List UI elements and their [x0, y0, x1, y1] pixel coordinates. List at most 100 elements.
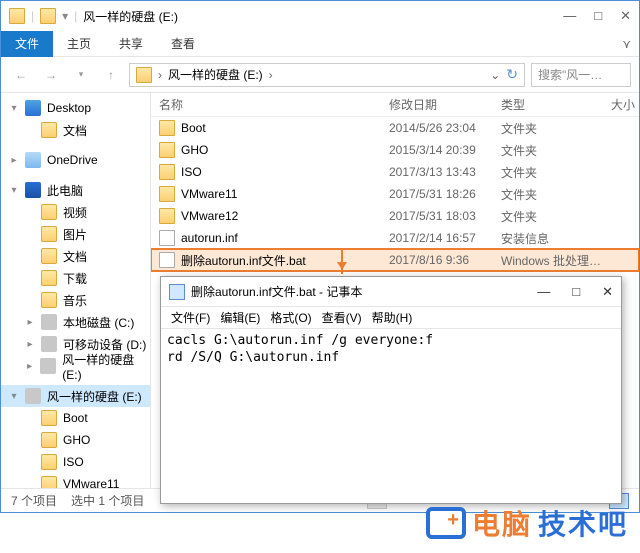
- nav-item[interactable]: 视频: [1, 201, 150, 223]
- tree-caret-icon[interactable]: ▸: [9, 155, 19, 166]
- window-title: 风一样的硬盘 (E:): [83, 8, 557, 25]
- notepad-menubar: 文件(F) 编辑(E) 格式(O) 查看(V) 帮助(H): [161, 307, 621, 329]
- nav-history-icon[interactable]: ▾: [69, 63, 93, 87]
- tree-caret-icon[interactable]: ▸: [25, 361, 34, 372]
- nav-item[interactable]: 图片: [1, 223, 150, 245]
- nav-item[interactable]: 下载: [1, 267, 150, 289]
- tree-caret-icon[interactable]: ▸: [25, 317, 35, 328]
- file-row[interactable]: autorun.inf2017/2/14 16:57安装信息: [151, 227, 639, 249]
- tree-caret-icon[interactable]: ▾: [9, 391, 19, 402]
- qat-dropdown-icon[interactable]: ▾: [62, 9, 68, 23]
- path-field[interactable]: › 风一样的硬盘 (E:) › ⌄ ↻: [129, 63, 525, 87]
- nav-item-icon: [25, 100, 41, 116]
- menu-help[interactable]: 帮助(H): [372, 309, 413, 326]
- nav-back-button[interactable]: ←: [9, 63, 33, 87]
- tab-file[interactable]: 文件: [1, 31, 53, 57]
- notepad-titlebar[interactable]: 删除autorun.inf文件.bat - 记事本 — □ ✕: [161, 277, 621, 307]
- file-type: 文件夹: [493, 120, 603, 137]
- file-row[interactable]: ISO2017/3/13 13:43文件夹: [151, 161, 639, 183]
- file-row[interactable]: GHO2015/3/14 20:39文件夹: [151, 139, 639, 161]
- menu-format[interactable]: 格式(O): [270, 309, 311, 326]
- nav-item[interactable]: ISO: [1, 451, 150, 473]
- file-icon: [159, 208, 175, 224]
- refresh-button[interactable]: ↻: [506, 66, 518, 83]
- file-row[interactable]: Boot2014/5/26 23:04文件夹: [151, 117, 639, 139]
- nav-item[interactable]: ▸ 本地磁盘 (C:): [1, 311, 150, 333]
- nav-item[interactable]: Boot: [1, 407, 150, 429]
- nav-item-label: VMware11: [63, 477, 119, 488]
- chevron-right-icon[interactable]: ›: [269, 68, 273, 82]
- nav-item-icon: [41, 226, 57, 242]
- column-headers[interactable]: 名称 修改日期 类型 大小: [151, 93, 639, 117]
- file-icon: [159, 120, 175, 136]
- maximize-button[interactable]: □: [594, 8, 602, 24]
- col-date[interactable]: 修改日期: [381, 96, 493, 113]
- tree-caret-icon[interactable]: ▾: [9, 185, 19, 196]
- nav-item[interactable]: ▾ Desktop: [1, 97, 150, 119]
- nav-up-button[interactable]: ↑: [99, 63, 123, 87]
- menu-file[interactable]: 文件(F): [171, 309, 210, 326]
- notepad-maximize-button[interactable]: □: [572, 284, 580, 300]
- nav-tree[interactable]: ▾Desktop文档▸OneDrive▾此电脑视频图片文档下载音乐▸本地磁盘 (…: [1, 93, 151, 488]
- file-type: Windows 批处理…: [493, 252, 603, 269]
- tab-share[interactable]: 共享: [105, 31, 157, 57]
- file-type: 文件夹: [493, 142, 603, 159]
- nav-item[interactable]: 文档: [1, 245, 150, 267]
- nav-item-icon: [25, 388, 41, 404]
- file-type: 文件夹: [493, 164, 603, 181]
- notepad-content[interactable]: cacls G:\autorun.inf /g everyone:f rd /S…: [161, 329, 621, 371]
- menu-edit[interactable]: 编辑(E): [220, 309, 260, 326]
- tab-view[interactable]: 查看: [157, 31, 209, 57]
- col-type[interactable]: 类型: [493, 96, 603, 113]
- file-row[interactable]: VMware112017/5/31 18:26文件夹: [151, 183, 639, 205]
- nav-item[interactable]: ▾此电脑: [1, 179, 150, 201]
- nav-item-icon: [41, 292, 57, 308]
- file-row[interactable]: VMware122017/5/31 18:03文件夹: [151, 205, 639, 227]
- qat-folder-icon[interactable]: [40, 8, 56, 24]
- nav-item-label: Desktop: [47, 101, 91, 115]
- search-input[interactable]: 搜索"风一…: [531, 63, 631, 87]
- nav-item[interactable]: VMware11: [1, 473, 150, 488]
- ribbon-expand-icon[interactable]: ⋎: [614, 37, 639, 51]
- path-dropdown-icon[interactable]: ⌄: [490, 68, 500, 82]
- nav-item[interactable]: 音乐: [1, 289, 150, 311]
- nav-forward-button[interactable]: →: [39, 63, 63, 87]
- nav-item-label: 图片: [63, 226, 87, 243]
- nav-item[interactable]: ▾风一样的硬盘 (E:): [1, 385, 150, 407]
- nav-item-label: 本地磁盘 (C:): [63, 314, 134, 331]
- nav-item-label: ISO: [63, 455, 84, 469]
- titlebar[interactable]: | ▾ | 风一样的硬盘 (E:) — □ ✕: [1, 1, 639, 31]
- nav-item[interactable]: 文档: [1, 119, 150, 141]
- nav-item-label: OneDrive: [47, 153, 98, 167]
- minimize-button[interactable]: —: [563, 8, 576, 24]
- nav-item[interactable]: ▸风一样的硬盘 (E:): [1, 355, 150, 377]
- nav-item-icon: [41, 248, 57, 264]
- nav-item-icon: [41, 122, 57, 138]
- nav-item[interactable]: GHO: [1, 429, 150, 451]
- nav-item-label: 风一样的硬盘 (E:): [62, 351, 150, 382]
- notepad-window: 删除autorun.inf文件.bat - 记事本 — □ ✕ 文件(F) 编辑…: [160, 276, 622, 504]
- path-segment[interactable]: 风一样的硬盘 (E:): [168, 66, 263, 83]
- tree-caret-icon[interactable]: ▾: [9, 103, 19, 114]
- nav-item-icon: [41, 270, 57, 286]
- logo-icon: [426, 507, 466, 539]
- file-name: 删除autorun.inf文件.bat: [181, 252, 306, 269]
- col-size[interactable]: 大小: [603, 96, 639, 113]
- nav-item-label: 文档: [63, 248, 87, 265]
- menu-view[interactable]: 查看(V): [322, 309, 362, 326]
- file-row[interactable]: 删除autorun.inf文件.bat 2017/8/16 9:36Windows…: [151, 249, 639, 271]
- notepad-minimize-button[interactable]: —: [537, 284, 550, 300]
- notepad-close-button[interactable]: ✕: [602, 284, 613, 300]
- tree-caret-icon[interactable]: ▸: [25, 339, 35, 350]
- file-date: 2017/8/16 9:36: [381, 253, 493, 267]
- logo-text-1: 电脑: [472, 503, 532, 543]
- chevron-right-icon[interactable]: ›: [158, 68, 162, 82]
- tab-home[interactable]: 主页: [53, 31, 105, 57]
- close-button[interactable]: ✕: [620, 8, 631, 24]
- nav-item[interactable]: ▸ OneDrive: [1, 149, 150, 171]
- ribbon-tabs: 文件 主页 共享 查看 ⋎: [1, 31, 639, 57]
- col-name[interactable]: 名称: [151, 96, 381, 113]
- status-item-count: 7 个项目: [11, 492, 57, 509]
- file-name: Boot: [181, 121, 206, 135]
- file-icon: [159, 186, 175, 202]
